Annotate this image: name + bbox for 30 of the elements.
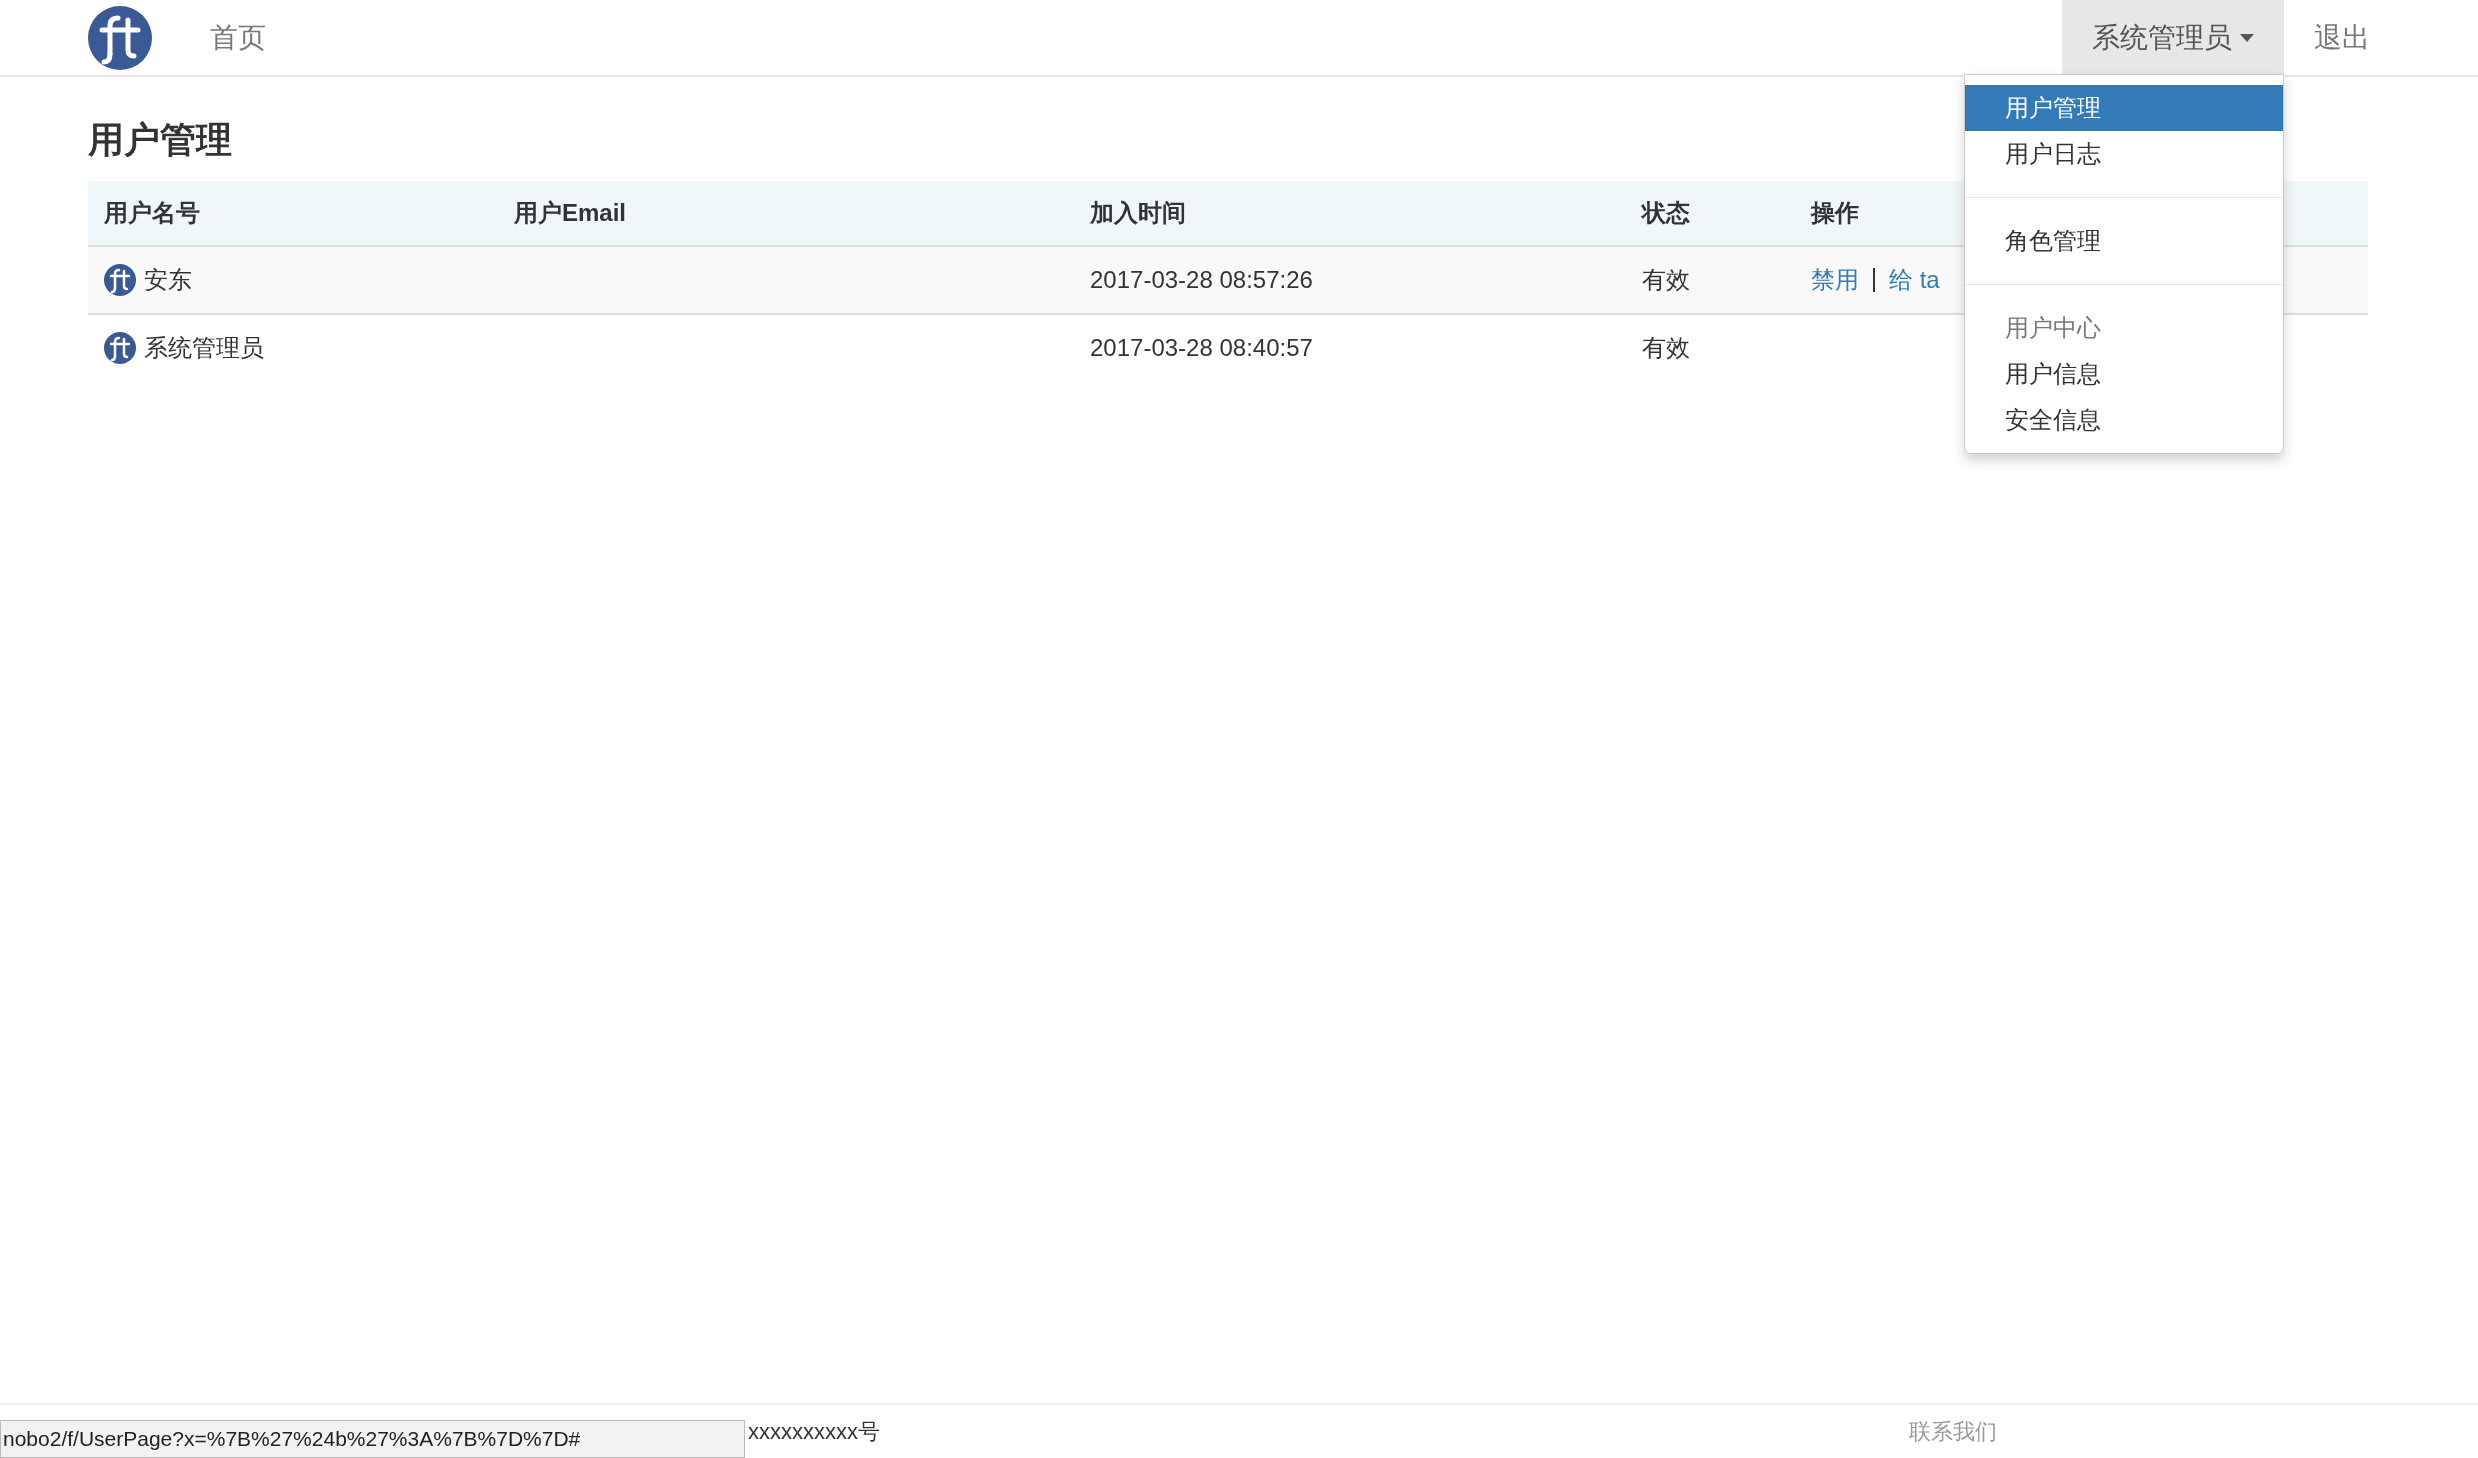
join-time: 2017-03-28 08:57:26 [1090, 266, 1313, 293]
menu-item[interactable]: 用户信息 [1965, 351, 2283, 397]
action-link[interactable]: 给 ta [1889, 262, 1940, 298]
logo-icon [88, 5, 152, 70]
page-title: 用户管理 [88, 118, 232, 162]
avatar-icon [104, 264, 136, 296]
logout-link[interactable]: 退出 [2314, 16, 2370, 59]
home-link[interactable]: 首页 [210, 16, 266, 59]
menu-item[interactable]: 角色管理 [1965, 218, 2283, 264]
menu-item[interactable]: 用户日志 [1965, 131, 2283, 177]
contact-link[interactable]: 联系我们 [1909, 1415, 1997, 1448]
menu-item[interactable]: 用户管理 [1965, 85, 2283, 131]
footer-notice: xxxxxxxxxx号 [748, 1418, 880, 1446]
user-name: 安东 [144, 265, 192, 295]
menu-header: 用户中心 [2004, 313, 2102, 343]
column-header: 状态 [1642, 199, 1690, 226]
column-header: 用户Email [514, 199, 627, 226]
column-header: 用户名号 [104, 199, 200, 226]
join-time: 2017-03-28 08:40:57 [1090, 334, 1313, 361]
column-header: 操作 [1811, 199, 1859, 226]
status-bar: nobo2/f/UserPage?x=%7B%27%24b%27%3A%7B%7D%7D# [0, 1420, 745, 1458]
user-name: 系统管理员 [144, 333, 264, 363]
column-header: 加入时间 [1090, 199, 1186, 226]
status-text: 有效 [1642, 334, 1690, 361]
menu-item[interactable]: 安全信息 [1965, 397, 2283, 443]
caret-icon [2240, 33, 2254, 42]
avatar-icon [104, 332, 136, 364]
user-menu-toggle[interactable]: 系统管理员 [2062, 0, 2284, 75]
status-text: 有效 [1642, 266, 1690, 293]
action-link[interactable]: 禁用 [1811, 262, 1859, 298]
